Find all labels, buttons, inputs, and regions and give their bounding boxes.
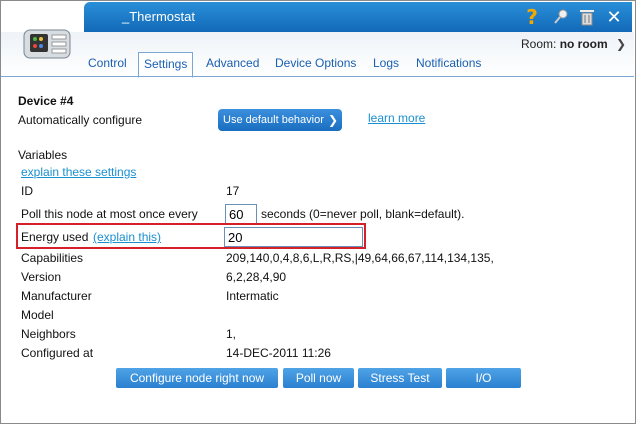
poll-label: Poll this node at most once every xyxy=(21,207,198,221)
configured-value: 14-DEC-2011 11:26 xyxy=(226,346,331,360)
help-icon[interactable]: ? xyxy=(522,5,542,29)
model-label: Model xyxy=(21,308,54,322)
tab-divider xyxy=(1,76,634,77)
capabilities-value: 209,140,0,4,8,6,L,R,RS,|49,64,66,67,114,… xyxy=(226,251,494,265)
room-value: no room xyxy=(559,37,608,51)
title-bar: _Thermostat ? ✕ xyxy=(84,2,632,32)
learn-more-link[interactable]: learn more xyxy=(368,111,425,125)
stress-test-button[interactable]: Stress Test xyxy=(358,368,442,388)
energy-input[interactable] xyxy=(224,227,363,247)
device-icon xyxy=(22,24,72,60)
chevron-down-icon: ❯ xyxy=(327,113,338,127)
neighbors-value: 1, xyxy=(226,327,237,341)
tab-device-options[interactable]: Device Options xyxy=(275,52,356,74)
version-value: 6,2,28,4,90 xyxy=(226,270,287,284)
close-icon[interactable]: ✕ xyxy=(604,7,624,28)
poll-now-button[interactable]: Poll now xyxy=(283,368,354,388)
neighbors-label: Neighbors xyxy=(21,327,76,341)
variables-heading: Variables xyxy=(18,148,68,162)
explain-settings-link[interactable]: explain these settings xyxy=(21,165,136,179)
tab-advanced[interactable]: Advanced xyxy=(206,52,259,74)
id-label: ID xyxy=(21,184,33,198)
version-label: Version xyxy=(21,270,62,284)
configure-now-button[interactable]: Configure node right now xyxy=(116,368,278,388)
poll-suffix: seconds (0=never poll, blank=default). xyxy=(261,207,465,221)
explain-energy-link[interactable]: (explain this) xyxy=(93,230,161,244)
energy-label: Energy used xyxy=(21,230,89,244)
trash-icon[interactable] xyxy=(577,7,597,27)
auto-config-select[interactable]: Use default behavior ❯ xyxy=(218,109,342,131)
window-title: _Thermostat xyxy=(122,9,195,24)
tab-logs[interactable]: Logs xyxy=(373,52,399,74)
tab-control[interactable]: Control xyxy=(88,52,127,74)
manufacturer-label: Manufacturer xyxy=(21,289,92,303)
chevron-down-icon[interactable]: ❯ xyxy=(616,37,626,51)
room-info: Room: no room xyxy=(521,37,608,51)
id-value: 17 xyxy=(226,184,240,198)
device-title: Device #4 xyxy=(18,94,74,108)
manufacturer-value: Intermatic xyxy=(226,289,279,303)
tab-settings[interactable]: Settings xyxy=(138,52,194,78)
poll-interval-input[interactable] xyxy=(225,204,257,224)
capabilities-label: Capabilities xyxy=(21,251,84,265)
tab-notifications[interactable]: Notifications xyxy=(416,52,481,74)
room-label: Room: xyxy=(521,37,557,51)
pin-icon[interactable] xyxy=(551,7,571,27)
configured-label: Configured at xyxy=(21,346,94,360)
auto-config-value: Use default behavior xyxy=(223,114,324,126)
io-button[interactable]: I/O xyxy=(446,368,521,388)
auto-config-label: Automatically configure xyxy=(18,113,143,127)
